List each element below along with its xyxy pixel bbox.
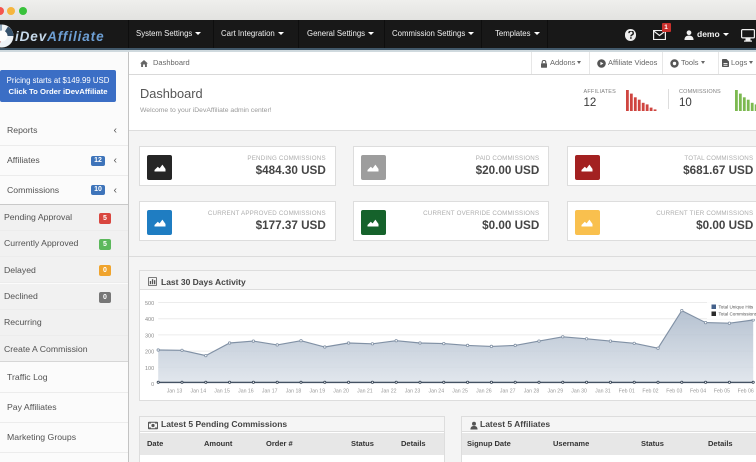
svg-text:Jan 21: Jan 21: [357, 389, 373, 395]
svg-text:Jan 29: Jan 29: [548, 389, 564, 395]
svg-text:Feb 03: Feb 03: [666, 389, 682, 395]
svg-text:Jan 17: Jan 17: [262, 389, 278, 395]
svg-text:Total Commissions: Total Commissions: [719, 312, 756, 317]
svg-text:Feb 01: Feb 01: [619, 389, 635, 395]
svg-text:Jan 24: Jan 24: [429, 389, 445, 395]
svg-text:0: 0: [151, 382, 154, 388]
svg-text:Total Unique Hits: Total Unique Hits: [719, 305, 754, 310]
svg-text:100: 100: [145, 366, 154, 372]
svg-text:400: 400: [145, 317, 154, 323]
svg-text:Jan 28: Jan 28: [524, 389, 540, 395]
svg-text:Feb 06: Feb 06: [738, 389, 754, 395]
svg-text:Jan 13: Jan 13: [167, 389, 183, 395]
svg-text:Jan 22: Jan 22: [381, 389, 397, 395]
svg-text:200: 200: [145, 350, 154, 356]
svg-text:Jan 23: Jan 23: [405, 389, 421, 395]
svg-text:Jan 31: Jan 31: [595, 389, 611, 395]
svg-text:Feb 02: Feb 02: [642, 389, 658, 395]
svg-text:Jan 16: Jan 16: [238, 389, 254, 395]
svg-text:Jan 20: Jan 20: [333, 389, 349, 395]
svg-text:Jan 27: Jan 27: [500, 389, 516, 395]
svg-text:Jan 14: Jan 14: [191, 389, 207, 395]
svg-text:Jan 18: Jan 18: [286, 389, 302, 395]
svg-text:Feb 05: Feb 05: [714, 389, 730, 395]
svg-text:Jan 19: Jan 19: [310, 389, 326, 395]
svg-text:Jan 15: Jan 15: [214, 389, 230, 395]
svg-text:300: 300: [145, 333, 154, 339]
svg-text:500: 500: [145, 301, 154, 307]
svg-text:Jan 25: Jan 25: [452, 389, 468, 395]
svg-text:Feb 04: Feb 04: [690, 389, 706, 395]
svg-text:Jan 30: Jan 30: [571, 389, 587, 395]
svg-text:Jan 26: Jan 26: [476, 389, 492, 395]
